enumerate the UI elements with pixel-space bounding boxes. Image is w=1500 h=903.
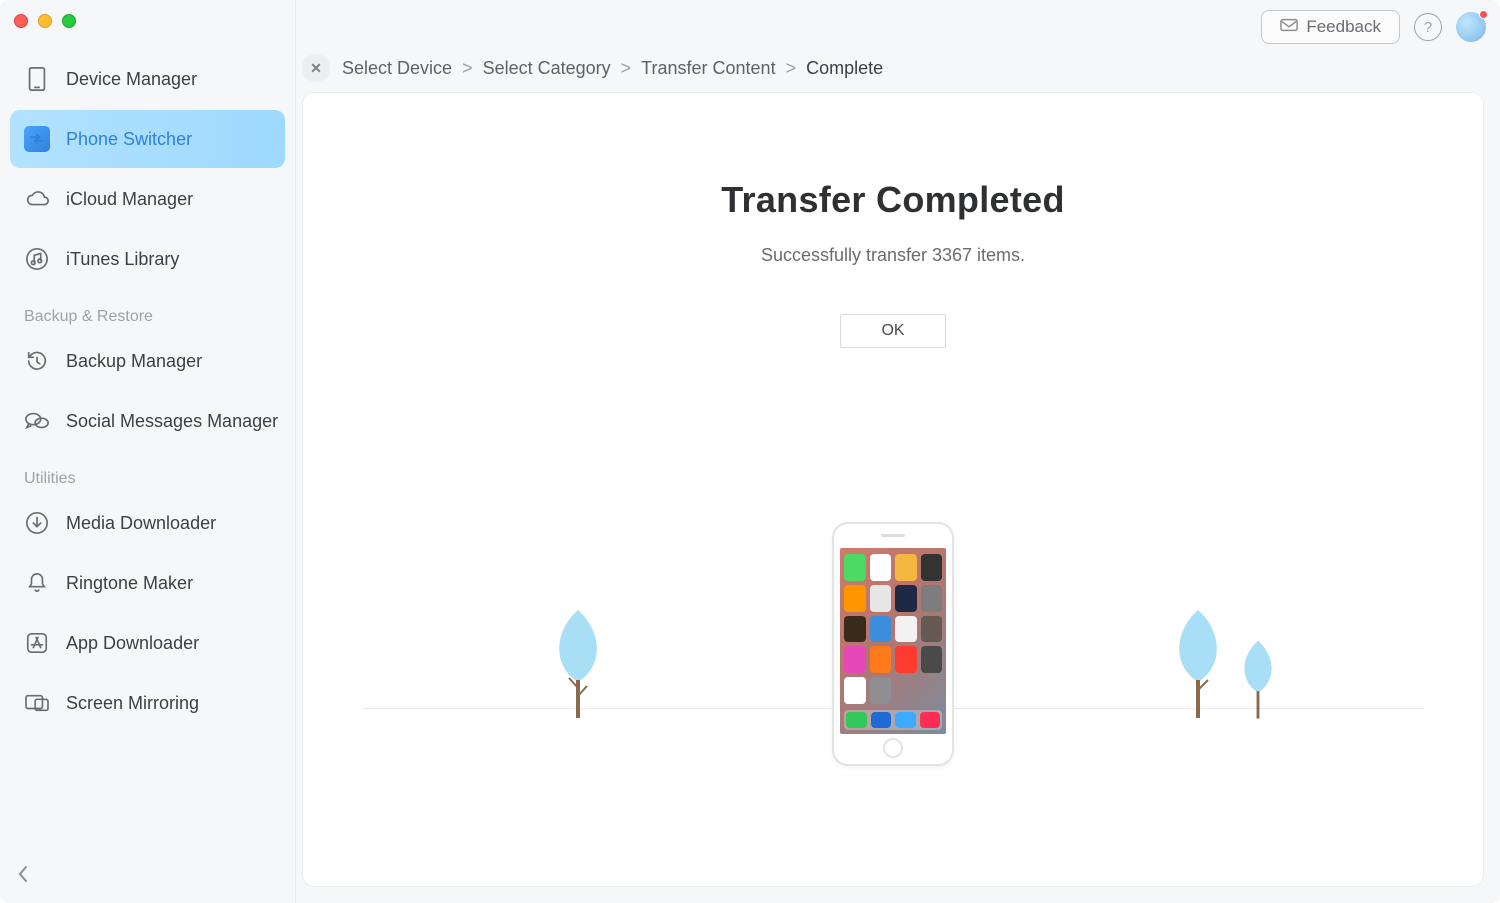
sidebar-item-phone-switcher[interactable]: Phone Switcher <box>10 110 285 168</box>
mail-icon <box>1280 17 1298 37</box>
crumb-label: Select Category <box>483 58 611 79</box>
screens-icon <box>24 690 50 716</box>
sidebar-item-icloud-manager[interactable]: iCloud Manager <box>10 170 285 228</box>
download-icon <box>24 510 50 536</box>
main-area: Feedback ? ✕ Select Device > Select Cate… <box>296 0 1500 903</box>
sidebar-item-label: Ringtone Maker <box>66 573 193 594</box>
result-block: Transfer Completed Successfully transfer… <box>303 93 1483 348</box>
phone-screen <box>840 548 946 734</box>
sidebar-item-label: iTunes Library <box>66 249 179 270</box>
phone-home-button <box>883 738 903 758</box>
sidebar-item-label: Media Downloader <box>66 513 216 534</box>
breadcrumb: Select Device > Select Category > Transf… <box>342 58 883 79</box>
chat-bubbles-icon <box>24 408 50 434</box>
sidebar-item-label: App Downloader <box>66 633 199 654</box>
sidebar-item-device-manager[interactable]: Device Manager <box>10 50 285 108</box>
iphone-illustration <box>832 522 954 766</box>
breadcrumb-row: ✕ Select Device > Select Category > Tran… <box>296 54 1500 82</box>
appstore-icon <box>24 630 50 656</box>
sidebar-nav-utilities: Media Downloader Ringtone Maker App Down… <box>0 494 295 732</box>
zoom-window-button[interactable] <box>62 14 76 28</box>
phone-app-grid <box>844 554 942 704</box>
chevron-right-icon: > <box>462 58 473 79</box>
sidebar-item-media-downloader[interactable]: Media Downloader <box>10 494 285 552</box>
sidebar-section-utilities: Utilities <box>0 450 295 494</box>
tree-icon <box>1233 641 1283 720</box>
sidebar-item-label: Screen Mirroring <box>66 693 199 714</box>
close-breadcrumb-button[interactable]: ✕ <box>302 54 330 82</box>
sidebar-section-backup: Backup & Restore <box>0 288 295 332</box>
notification-dot-icon <box>1479 10 1488 19</box>
history-icon <box>24 348 50 374</box>
help-button[interactable]: ? <box>1414 13 1442 41</box>
account-avatar[interactable] <box>1456 12 1486 42</box>
crumb-transfer-content[interactable]: Transfer Content > <box>641 58 796 79</box>
phone-dock <box>844 710 942 730</box>
illustration <box>303 476 1483 776</box>
sidebar: Device Manager Phone Switcher <box>0 0 296 903</box>
sidebar-item-itunes-library[interactable]: iTunes Library <box>10 230 285 288</box>
sidebar-item-screen-mirroring[interactable]: Screen Mirroring <box>10 674 285 732</box>
sidebar-item-social-messages[interactable]: Social Messages Manager <box>10 392 285 450</box>
feedback-button[interactable]: Feedback <box>1261 10 1400 44</box>
phone-switcher-icon <box>24 126 50 152</box>
sidebar-item-app-downloader[interactable]: App Downloader <box>10 614 285 672</box>
cloud-icon <box>24 186 50 212</box>
sidebar-item-label: Phone Switcher <box>66 129 192 150</box>
sidebar-item-backup-manager[interactable]: Backup Manager <box>10 332 285 390</box>
crumb-complete: Complete <box>806 58 883 79</box>
page-subtitle: Successfully transfer 3367 items. <box>303 245 1483 266</box>
sidebar-item-label: Backup Manager <box>66 351 202 372</box>
crumb-label: Select Device <box>342 58 452 79</box>
crumb-label: Complete <box>806 58 883 79</box>
minimize-window-button[interactable] <box>38 14 52 28</box>
phone-speaker <box>881 534 905 537</box>
sidebar-nav-backup: Backup Manager Social Messages Manager <box>0 332 295 450</box>
content-panel: Transfer Completed Successfully transfer… <box>302 92 1484 887</box>
app-window: Device Manager Phone Switcher <box>0 0 1500 903</box>
crumb-select-category[interactable]: Select Category > <box>483 58 632 79</box>
chevron-right-icon: > <box>786 58 797 79</box>
phone-outline-icon <box>24 66 50 92</box>
sidebar-item-label: Social Messages Manager <box>66 411 278 432</box>
close-icon: ✕ <box>310 60 322 77</box>
ok-button[interactable]: OK <box>840 314 946 348</box>
sidebar-item-label: Device Manager <box>66 69 197 90</box>
sidebar-item-ringtone-maker[interactable]: Ringtone Maker <box>10 554 285 612</box>
chevron-right-icon: > <box>621 58 632 79</box>
help-label: ? <box>1424 19 1432 36</box>
crumb-select-device[interactable]: Select Device > <box>342 58 473 79</box>
feedback-label: Feedback <box>1306 17 1381 37</box>
crumb-label: Transfer Content <box>641 58 775 79</box>
sidebar-back-button[interactable] <box>16 864 30 889</box>
music-note-icon <box>24 246 50 272</box>
tree-icon <box>543 610 613 720</box>
sidebar-nav: Device Manager Phone Switcher <box>0 50 295 288</box>
tree-icon <box>1163 610 1233 720</box>
window-controls <box>0 14 295 28</box>
sidebar-item-label: iCloud Manager <box>66 189 193 210</box>
bell-icon <box>24 570 50 596</box>
page-title: Transfer Completed <box>303 179 1483 221</box>
close-window-button[interactable] <box>14 14 28 28</box>
topbar: Feedback ? <box>296 0 1500 54</box>
